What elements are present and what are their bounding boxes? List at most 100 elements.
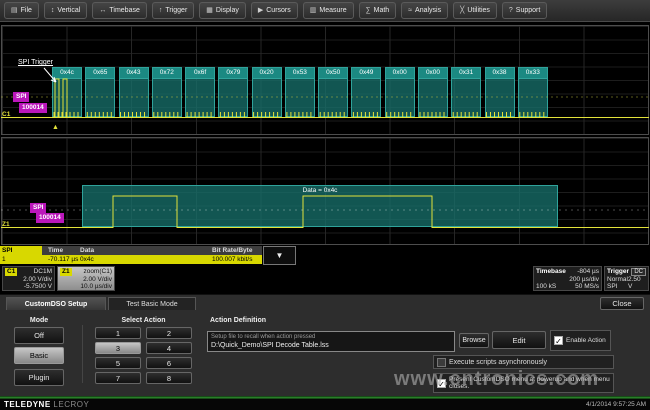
bus1-id-badge: 100014 [19,103,47,113]
decode-table-header-bitrate: Bit Rate/Byte [212,246,252,255]
action-button-6[interactable]: 6 [146,357,192,369]
waveform-layer [0,22,650,246]
menu-item-display[interactable]: ▦Display [199,2,246,19]
z1-timebase: 10.0 µs/div [80,283,112,291]
enable-action-checkbox[interactable]: ✓ [554,336,563,345]
execute-scripts-checkbox[interactable]: ✓ [437,358,446,367]
c1-trace [1,79,649,118]
timebase-samples: 100 kS [536,283,556,291]
timebase-rate: 50 MS/s [575,283,599,291]
decode-row-index: 1 [2,255,6,264]
z1-descriptor-box[interactable]: Z1 zoom(C1) 2.00 V/div 10.0 µs/div [57,266,115,291]
bus2-name-badge: SPI [30,203,46,213]
menu-item-label: Vertical [57,3,80,18]
trigger-coupling-badge: DC [631,268,646,276]
enable-action-toggle[interactable]: ✓ Enable Action [550,330,611,351]
brand-lecroy: LECROY [53,400,89,409]
menu-item-cursors[interactable]: ▶Cursors [251,2,298,19]
timebase-icon: ↔ [99,3,106,18]
timebase-scale: 200 µs/div [569,276,599,284]
waveform-area: 0x4c0x650x430x720x6f0x790x200x530x500x49… [0,22,650,246]
c1-ground-marker: C1 [2,111,10,118]
z1-chip: Z1 [60,268,72,276]
clock: 4/1/2014 9:57:25 AM [586,401,646,408]
menu-item-label: Measure [319,3,346,18]
execute-scripts-label: Execute scripts asynchronously [449,359,547,366]
measure-icon: ▥ [310,3,317,18]
watermark: www.cntronics.com [394,368,599,391]
action-button-3[interactable]: 3 [95,342,141,354]
execute-scripts-toggle[interactable]: ✓ Execute scripts asynchronously [433,355,614,369]
action-button-8[interactable]: 8 [146,372,192,384]
decode-table-header-protocol: SPI [0,246,42,255]
z1-scale: 2.00 V/div [83,276,112,284]
action-button-4[interactable]: 4 [146,342,192,354]
tab-customdso-setup[interactable]: CustomDSO Setup [6,297,106,310]
menu-item-support[interactable]: ?Support [502,2,547,19]
menu-item-timebase[interactable]: ↔Timebase [92,2,146,19]
bus2-id-badge: 100014 [36,213,64,223]
oscilloscope-screen: ▤File↕Vertical↔Timebase↑Trigger▦Display▶… [0,0,650,410]
enable-action-label: Enable Action [566,337,606,344]
select-action-header: Select Action [95,317,192,324]
mode-button-plugin[interactable]: Plugin [14,369,64,386]
file-icon: ▤ [11,3,18,18]
decode-table-header: SPI Time Data Bit Rate/Byte [0,246,262,255]
menu-item-label: Cursors [266,3,291,18]
spi-trigger-callout: SPI Trigger [18,59,53,66]
footer-bar: TELEDYNE LECROY 4/1/2014 9:57:25 AM [0,399,650,410]
close-button[interactable]: Close [600,297,644,310]
vertical-icon: ↕ [51,3,55,18]
math-icon: ∑ [366,3,371,18]
analysis-icon: ≈ [408,3,412,18]
setup-file-field[interactable]: Setup file to recall when action pressed… [207,331,455,352]
mode-button-off[interactable]: Off [14,327,64,344]
menu-item-label: Trigger [165,3,187,18]
action-button-5[interactable]: 5 [95,357,141,369]
bus1-name-badge: SPI [13,92,29,102]
menu-item-label: Analysis [415,3,441,18]
timebase-title: Timebase [536,268,566,276]
browse-button[interactable]: Browse [459,333,489,348]
mode-button-basic[interactable]: Basic [14,347,64,364]
menu-item-vertical[interactable]: ↕Vertical [44,2,87,19]
support-icon: ? [509,3,513,18]
display-icon: ▦ [206,3,213,18]
menu-item-math[interactable]: ∑Math [359,2,397,19]
c1-scale: 2.00 V/div [23,276,52,284]
trigger-descriptor-box[interactable]: Trigger DC Normal 2.50 V SPI [604,266,649,291]
edit-button[interactable]: Edit [492,331,546,349]
trigger-position-icon[interactable]: ▲ [52,124,59,131]
menu-item-file[interactable]: ▤File [4,2,39,19]
trigger-title: Trigger [607,268,629,276]
menu-item-utilities[interactable]: ╳Utilities [453,2,497,19]
callout-arrow-icon [44,68,56,82]
action-button-2[interactable]: 2 [146,327,192,339]
c1-offset: -5.7500 V [24,283,52,291]
c1-descriptor-box[interactable]: C1 DC1M 2.00 V/div -5.7500 V [2,266,55,291]
brand-teledyne: TELEDYNE [4,400,51,409]
decode-table-row[interactable]: 1 -70.117 µs 0x4c 100.007 kbit/s [0,255,262,264]
decode-table-header-time: Time [48,246,63,255]
mode-section-header: Mode [14,317,64,324]
trigger-mode: Normal [607,276,628,284]
z1-ground-marker: Z1 [2,221,10,228]
menu-item-trigger[interactable]: ↑Trigger [152,2,194,19]
c1-coupling: DC1M [34,268,52,276]
cursors-icon: ▶ [258,3,263,18]
tab-test-basic-mode[interactable]: Test Basic Mode [108,297,196,310]
z1-source: zoom(C1) [83,268,112,276]
table-expand-button[interactable]: ▼ [263,246,296,265]
menu-item-label: Math [374,3,390,18]
timebase-offset: -804 µs [577,268,599,276]
action-button-1[interactable]: 1 [95,327,141,339]
timebase-descriptor-box[interactable]: Timebase -804 µs 200 µs/div 100 kS 50 MS… [533,266,602,291]
spi-decode-table: SPI Time Data Bit Rate/Byte 1 -70.117 µs… [0,246,296,264]
menu-item-analysis[interactable]: ≈Analysis [401,2,448,19]
menu-item-measure[interactable]: ▥Measure [303,2,354,19]
c1-chip: C1 [5,268,17,276]
z1-zoom-trace [1,196,649,228]
action-button-7[interactable]: 7 [95,372,141,384]
menu-item-label: Utilities [467,3,490,18]
trigger-type: SPI [607,283,617,291]
